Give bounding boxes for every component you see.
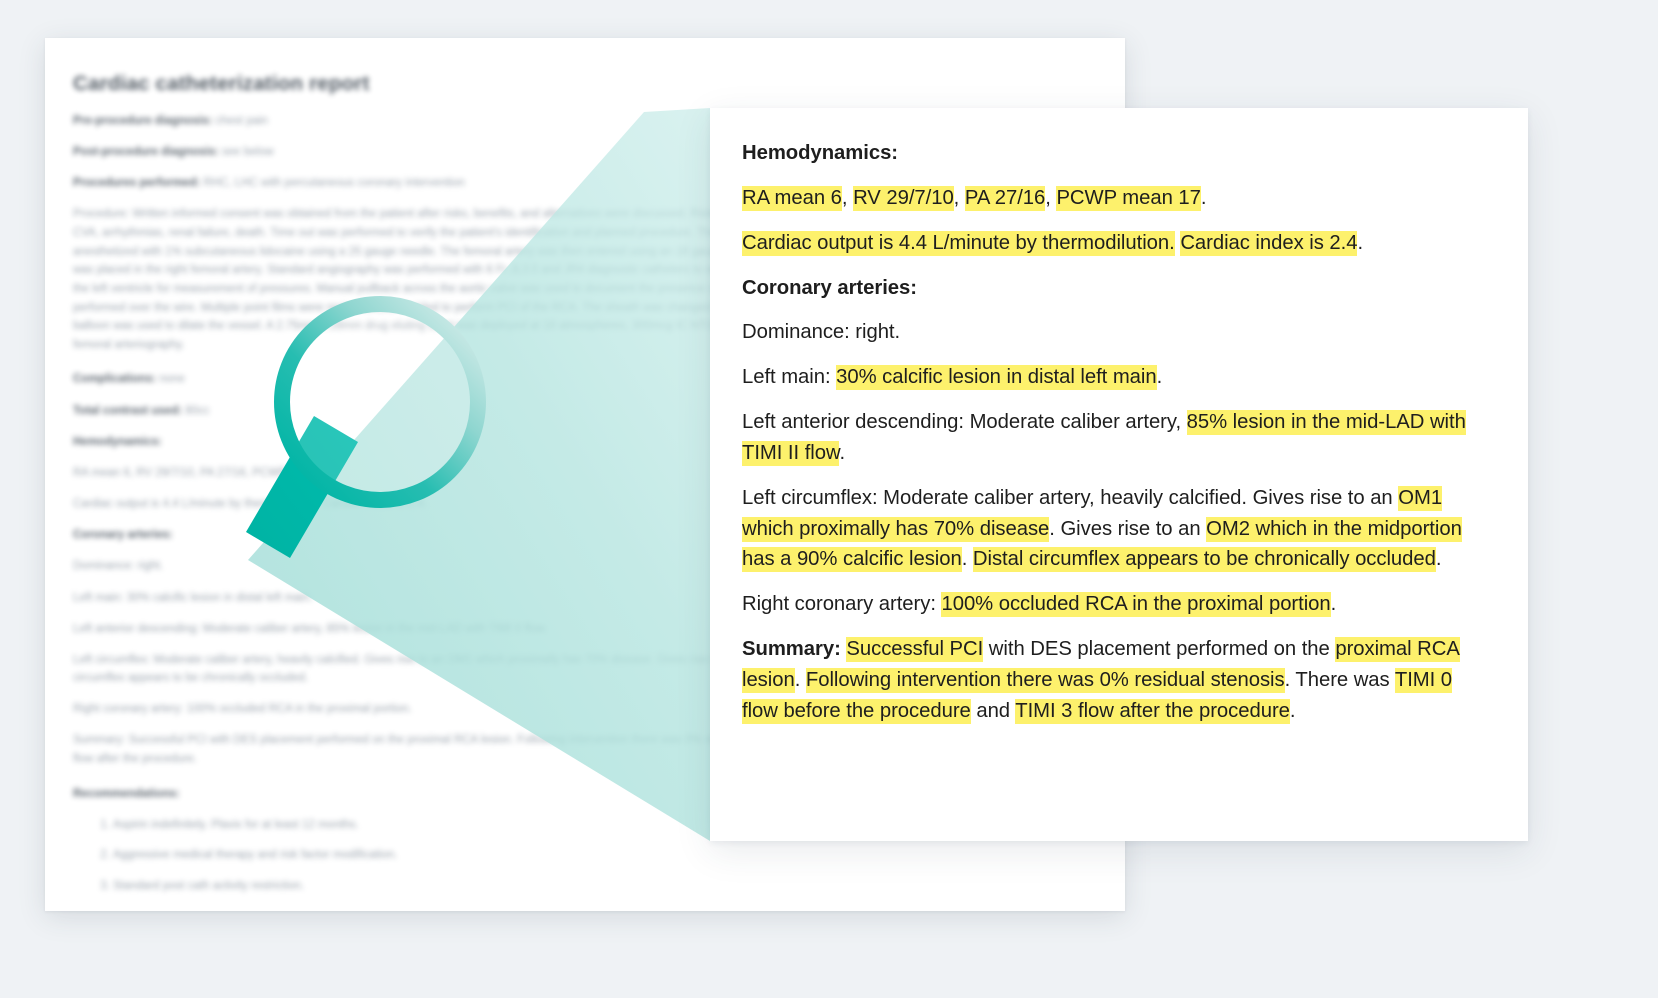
highlight-distal-circumflex-occluded: Distal circumflex appears to be chronica…	[972, 547, 1436, 573]
text-post: .	[1156, 366, 1163, 389]
detail-heading-hemodynamics: Hemodynamics:	[742, 142, 899, 164]
highlight-pcwp: PCWP mean 17	[1056, 185, 1201, 211]
doc-section-label: Coronary arteries:	[73, 529, 173, 542]
doc-field-value: none	[159, 373, 185, 386]
highlight-ra-mean: RA mean 6	[742, 185, 842, 211]
highlight-successful-pci: Successful PCI	[846, 637, 984, 663]
sep: ,	[1045, 186, 1057, 209]
detail-summary-label: Summary:	[742, 638, 841, 661]
doc-field-label: Pre-procedure diagnosis:	[73, 115, 213, 127]
screenshot-stage: Cardiac catheterization report Pre-proce…	[0, 0, 1658, 998]
text-pre: Left anterior descending: Moderate calib…	[742, 411, 1187, 434]
detail-left-anterior-descending: Left anterior descending: Moderate calib…	[742, 407, 1486, 469]
highlight-residual-stenosis: Following intervention there was 0% resi…	[805, 667, 1285, 693]
doc-field-label: Procedures performed:	[73, 177, 201, 190]
magnified-detail-panel[interactable]: Hemodynamics: RA mean 6, RV 29/7/10, PA …	[710, 108, 1528, 841]
highlight-cardiac-output: Cardiac output is 4.4 L/minute by thermo…	[742, 230, 1175, 256]
doc-section-label: Hemodynamics:	[73, 435, 162, 448]
highlight-cardiac-index: Cardiac index is 2.4	[1180, 230, 1358, 256]
text-post: .	[1330, 593, 1337, 616]
doc-field-label: Complications:	[73, 373, 157, 386]
text-pre: Left circumflex: Moderate caliber artery…	[742, 486, 1399, 509]
doc-field-label: Total contrast used:	[73, 404, 183, 417]
text-mid: . Gives rise to an	[1049, 517, 1207, 540]
detail-heading-coronary-arteries: Coronary arteries:	[742, 276, 917, 299]
text-mid: . There was	[1284, 668, 1395, 691]
detail-summary: Summary: Successful PCI with DES placeme…	[742, 634, 1486, 727]
doc-field-value: chest pain	[215, 115, 268, 127]
text-post: .	[839, 441, 846, 464]
doc-recommendation-item: Aggressive medical therapy and risk fact…	[113, 846, 1081, 864]
doc-section-label: Recommendations:	[73, 787, 180, 800]
detail-hemodynamics-pressures: RA mean 6, RV 29/7/10, PA 27/16, PCWP me…	[742, 183, 1486, 214]
text-post: .	[1289, 699, 1296, 722]
text-mid: .	[961, 548, 973, 571]
doc-field-value: RHC, LHC with percutaneous coronary inte…	[203, 177, 465, 190]
document-title: Cardiac catheterization report	[73, 72, 370, 95]
detail-right-coronary-artery: Right coronary artery: 100% occluded RCA…	[742, 589, 1486, 620]
sep: .	[1357, 231, 1364, 254]
text-pre: Left main:	[742, 366, 837, 389]
doc-procedure-label: Procedure:	[73, 208, 130, 221]
text-mid: .	[794, 668, 806, 691]
text-mid: and	[970, 699, 1016, 722]
doc-field-label: Post-procedure diagnosis:	[73, 146, 219, 159]
sep: .	[1200, 186, 1207, 209]
text-pre: Right coronary artery:	[742, 593, 942, 616]
doc-recommendation-item: Standard post cath activity restriction.	[113, 877, 1081, 895]
highlight-timi-3-flow: TIMI 3 flow after the procedure	[1015, 698, 1290, 724]
doc-summary-label: Summary:	[73, 734, 126, 747]
doc-field-value: 80cc	[185, 404, 210, 417]
detail-left-circumflex: Left circumflex: Moderate caliber artery…	[742, 483, 1486, 576]
highlight-rca-occlusion: 100% occluded RCA in the proximal portio…	[941, 592, 1331, 618]
detail-hemodynamics-output: Cardiac output is 4.4 L/minute by thermo…	[742, 228, 1486, 259]
text-post: .	[1435, 548, 1442, 571]
sep: ,	[953, 186, 965, 209]
detail-dominance: Dominance: right.	[742, 321, 901, 344]
highlight-pa: PA 27/16	[964, 185, 1046, 211]
highlight-left-main-lesion: 30% calcific lesion in distal left main	[836, 365, 1157, 391]
highlight-rv: RV 29/7/10	[853, 185, 954, 211]
sep: ,	[841, 186, 854, 209]
text-mid: with DES placement performed on the	[983, 638, 1336, 661]
doc-field-value: see below	[221, 146, 274, 159]
detail-left-main: Left main: 30% calcific lesion in distal…	[742, 362, 1486, 393]
